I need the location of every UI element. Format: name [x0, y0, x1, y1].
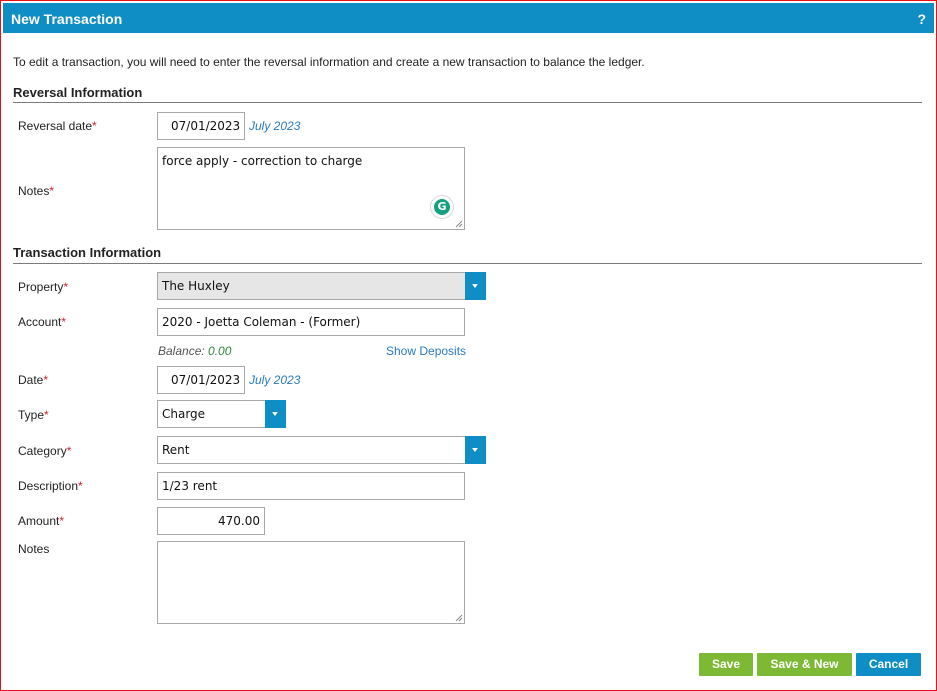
resize-grip-icon[interactable]: [454, 219, 463, 228]
required-marker: *: [92, 119, 97, 133]
required-marker: *: [61, 315, 67, 329]
reversal-notes-value: force apply - correction to charge: [162, 154, 363, 168]
dialog-title: New Transaction: [11, 11, 123, 27]
category-select[interactable]: Rent: [157, 436, 486, 464]
cancel-button[interactable]: Cancel: [856, 653, 921, 676]
property-label: Property*: [18, 280, 69, 294]
description-input[interactable]: 1/23 rent: [157, 472, 465, 500]
required-marker: *: [78, 479, 83, 493]
reversal-notes-label: Notes*: [18, 184, 55, 198]
description-label: Description*: [18, 479, 83, 493]
transaction-date-input[interactable]: 07/01/2023: [157, 366, 245, 394]
balance-text: Balance: 0.00: [158, 344, 231, 358]
save-and-new-button[interactable]: Save & New: [757, 653, 852, 676]
type-value: Charge: [162, 407, 206, 421]
save-button[interactable]: Save: [699, 653, 753, 676]
transaction-date-month-hint: July 2023: [249, 373, 301, 387]
chevron-down-icon: [472, 284, 478, 288]
reversal-section-title: Reversal Information: [13, 85, 143, 100]
chevron-down-icon: [472, 448, 478, 452]
required-marker: *: [44, 408, 49, 422]
property-value: The Huxley: [162, 279, 230, 293]
category-label: Category*: [18, 444, 72, 458]
property-dropdown-button[interactable]: [465, 272, 486, 300]
help-icon[interactable]: ?: [917, 11, 926, 27]
date-label: Date*: [18, 373, 49, 387]
type-dropdown-button[interactable]: [265, 400, 286, 428]
type-select[interactable]: Charge: [157, 400, 286, 428]
dialog-titlebar: New Transaction ?: [3, 3, 934, 33]
new-transaction-dialog: New Transaction ?: [0, 0, 937, 691]
amount-label: Amount*: [18, 514, 65, 528]
category-dropdown-button[interactable]: [465, 436, 486, 464]
account-value: 2020 - Joetta Coleman - (Former): [162, 315, 361, 329]
required-marker: *: [59, 514, 65, 528]
reversal-date-value: 07/01/2023: [171, 119, 241, 133]
category-value: Rent: [162, 443, 190, 457]
reversal-date-label: Reversal date*: [18, 119, 97, 133]
required-marker: *: [49, 184, 55, 198]
required-marker: *: [43, 373, 49, 387]
transaction-notes-label: Notes: [18, 542, 50, 556]
amount-input[interactable]: 470.00: [157, 507, 265, 535]
amount-value: 470.00: [218, 514, 260, 528]
resize-grip-icon[interactable]: [454, 613, 463, 622]
balance-amount: 0.00: [208, 344, 232, 358]
show-deposits-link[interactable]: Show Deposits: [386, 344, 466, 358]
reversal-date-input[interactable]: 07/01/2023: [157, 112, 245, 140]
balance-label: Balance:: [158, 344, 205, 358]
property-select[interactable]: The Huxley: [157, 272, 486, 300]
chevron-down-icon: [272, 412, 278, 416]
reversal-notes-textarea[interactable]: force apply - correction to charge G: [157, 147, 465, 230]
intro-text: To edit a transaction, you will need to …: [13, 55, 645, 69]
reversal-section-divider: [13, 102, 922, 103]
type-label: Type*: [18, 408, 49, 422]
transaction-section-title: Transaction Information: [13, 245, 162, 260]
description-value: 1/23 rent: [162, 479, 218, 493]
transaction-notes-textarea[interactable]: [157, 541, 465, 624]
grammarly-icon[interactable]: G: [430, 195, 454, 219]
transaction-date-value: 07/01/2023: [171, 373, 241, 387]
account-input[interactable]: 2020 - Joetta Coleman - (Former): [157, 308, 465, 336]
transaction-section-divider: [13, 263, 922, 264]
reversal-date-month-hint: July 2023: [249, 119, 301, 133]
required-marker: *: [66, 444, 72, 458]
required-marker: *: [63, 280, 69, 294]
grammarly-icon-glyph: G: [434, 199, 450, 215]
account-label: Account*: [18, 315, 67, 329]
